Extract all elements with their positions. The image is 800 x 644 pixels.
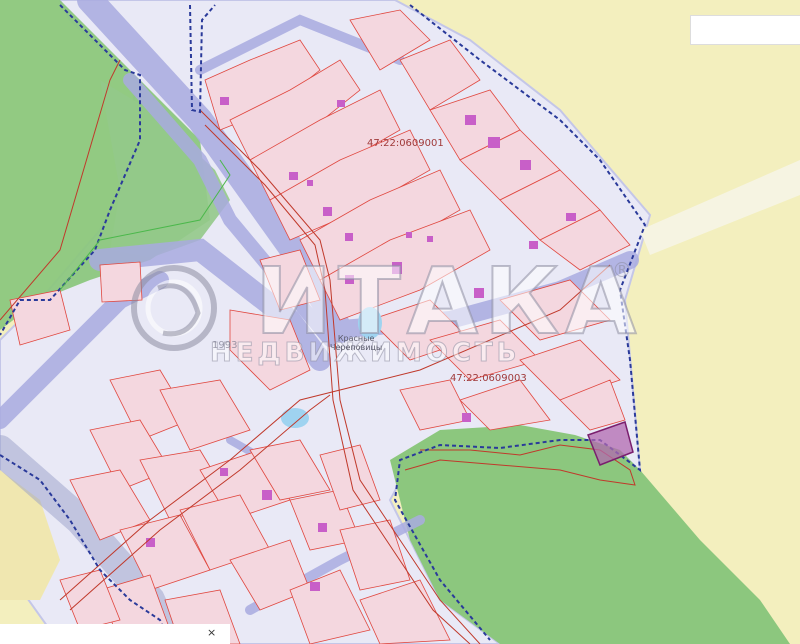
watermark-year: 1993 [212,340,238,351]
parcel-label-south: 47:22:0609003 [450,373,527,384]
settlement-name-line2: Череповицы [330,343,383,352]
settlement-name: Красные Череповицы [330,334,382,352]
settlement-name-line1: Красные [337,334,375,343]
close-icon[interactable]: × [207,626,216,639]
info-panel [0,624,230,644]
parcel-label-north: 47:22:0609001 [367,138,444,149]
watermark-registered: ® [612,258,632,282]
itaka-logo-icon [131,265,217,351]
search-panel[interactable] [690,15,800,45]
